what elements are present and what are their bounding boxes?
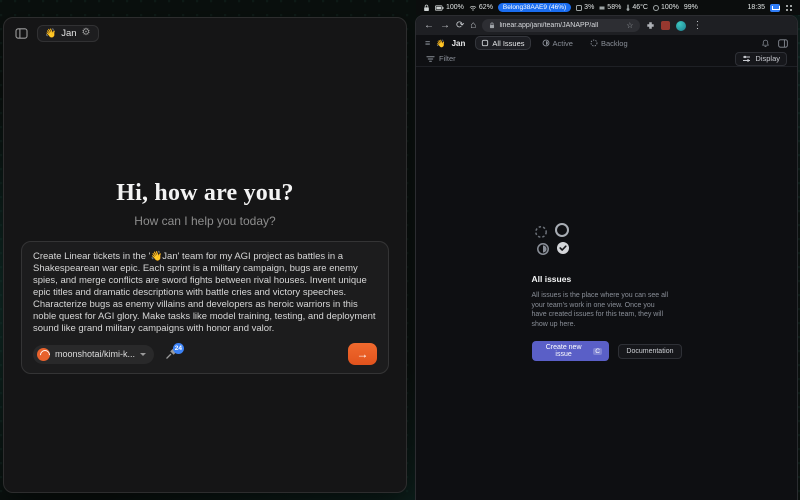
wifi-icon (469, 5, 477, 11)
team-emoji: 👋 (45, 28, 56, 39)
moonshot-logo-icon (37, 348, 50, 361)
tools-button[interactable]: 24 (165, 348, 177, 360)
clock: 18:35 (747, 4, 765, 11)
jan-team-selector[interactable]: 👋 Jan ⚙ (37, 25, 99, 42)
jan-titlebar: 👋 Jan ⚙ (4, 18, 406, 48)
linear-header: ≡ 👋 Jan All Issues Active Backlog (416, 35, 797, 51)
issue-status-illustration (532, 223, 574, 257)
browser-toolbar: ← → ⟳ ⌂ linear.app/jani/team/JANAPP/all … (416, 16, 797, 35)
in-progress-icon (542, 39, 550, 47)
chat-input-toolbar: moonshotai/kimi-k... 24 → (33, 343, 377, 365)
extensions-puzzle-icon[interactable] (646, 21, 655, 30)
tools-count-badge: 24 (173, 343, 184, 354)
battery-status: 100% (435, 4, 464, 11)
documentation-button[interactable]: Documentation (618, 344, 681, 359)
filter-icon (426, 55, 435, 63)
jan-main-area: Hi, how are you? How can I help you toda… (4, 48, 406, 492)
chat-input[interactable]: Create Linear tickets in the '👋Jan' team… (21, 241, 389, 374)
greeting-title: Hi, how are you? (116, 180, 293, 207)
display-options-icon (742, 55, 751, 63)
chevron-down-icon (140, 353, 146, 356)
stat-power: 99% (684, 4, 698, 11)
display-button[interactable]: Display (735, 52, 787, 66)
model-selector[interactable]: moonshotai/kimi-k... (33, 345, 154, 364)
send-button[interactable]: → (348, 343, 377, 365)
empty-state-description: All issues is the place where you can se… (532, 291, 672, 329)
temperature-status: 46°C (626, 4, 648, 11)
lock-icon (423, 4, 430, 12)
forward-button[interactable]: → (440, 21, 450, 31)
tab-backlog[interactable]: Backlog (584, 36, 634, 50)
desktop-background: 👋 Jan ⚙ Hi, how are you? How can I help … (0, 0, 800, 500)
sidebar-toggle-icon[interactable] (15, 28, 28, 39)
empty-state: All issues All issues is the place where… (532, 223, 682, 361)
send-arrow-icon: → (357, 348, 369, 360)
linear-app: ≡ 👋 Jan All Issues Active Backlog (416, 35, 797, 500)
jan-app-window: 👋 Jan ⚙ Hi, how are you? How can I help … (3, 17, 407, 493)
stat-memory: 58% (599, 4, 621, 11)
linear-team-emoji: 👋 (436, 39, 445, 48)
filter-button[interactable]: Filter (426, 54, 456, 63)
stat-cpu: 3% (576, 4, 594, 11)
browser-menu-icon[interactable]: ⋮ (692, 21, 702, 31)
browser-profile-avatar[interactable] (676, 21, 686, 31)
gear-icon[interactable]: ⚙ (82, 28, 91, 38)
stat-disk: 100% (653, 4, 679, 11)
tab-all-issues[interactable]: All Issues (475, 36, 530, 50)
chat-input-text[interactable]: Create Linear tickets in the '👋Jan' team… (33, 251, 377, 335)
linear-filter-bar: Filter Display (416, 51, 797, 67)
url-text: linear.app/jani/team/JANAPP/all (499, 22, 598, 29)
linear-sidebar-menu-icon[interactable]: ≡ (425, 39, 430, 48)
linear-header-actions (761, 39, 788, 48)
bookmark-star-icon[interactable]: ☆ (626, 21, 633, 30)
extension-icon[interactable] (661, 21, 670, 30)
notifications-bell-icon[interactable] (761, 39, 770, 48)
wifi-status: 62% (469, 4, 493, 11)
thermometer-icon (626, 4, 630, 11)
backlog-icon (590, 39, 598, 47)
linear-issues-area: All issues All issues is the place where… (416, 67, 797, 500)
empty-state-actions: Create new issue C Documentation (532, 341, 682, 361)
address-bar[interactable]: linear.app/jani/team/JANAPP/all ☆ (482, 19, 640, 32)
create-new-issue-button[interactable]: Create new issue C (532, 341, 610, 361)
network-pill[interactable]: Belong38AAE9 (46%) (498, 3, 571, 12)
refresh-button[interactable]: ⟳ (456, 21, 464, 31)
linear-view-tabs: All Issues Active Backlog (475, 36, 633, 50)
greeting-subtitle: How can I help you today? (134, 214, 275, 228)
apps-grid-icon[interactable] (785, 4, 793, 12)
back-button[interactable]: ← (424, 21, 434, 31)
team-label: Jan (61, 28, 76, 39)
empty-state-title: All issues (532, 274, 682, 284)
linear-team-name: Jan (452, 39, 466, 48)
battery-icon (435, 5, 444, 11)
lock-icon (489, 22, 495, 29)
browser-window: ← → ⟳ ⌂ linear.app/jani/team/JANAPP/all … (415, 15, 798, 500)
tab-active[interactable]: Active (536, 36, 579, 50)
shortcut-key: C (593, 348, 603, 355)
right-panel-toggle-icon[interactable] (778, 39, 788, 48)
all-issues-icon (481, 39, 489, 47)
system-status-bar: 100% 62% Belong38AAE9 (46%) 3% 58% 46°C … (416, 0, 800, 15)
home-button[interactable]: ⌂ (470, 21, 476, 31)
model-name-label: moonshotai/kimi-k... (55, 349, 135, 359)
mail-tray-icon[interactable] (770, 4, 780, 12)
